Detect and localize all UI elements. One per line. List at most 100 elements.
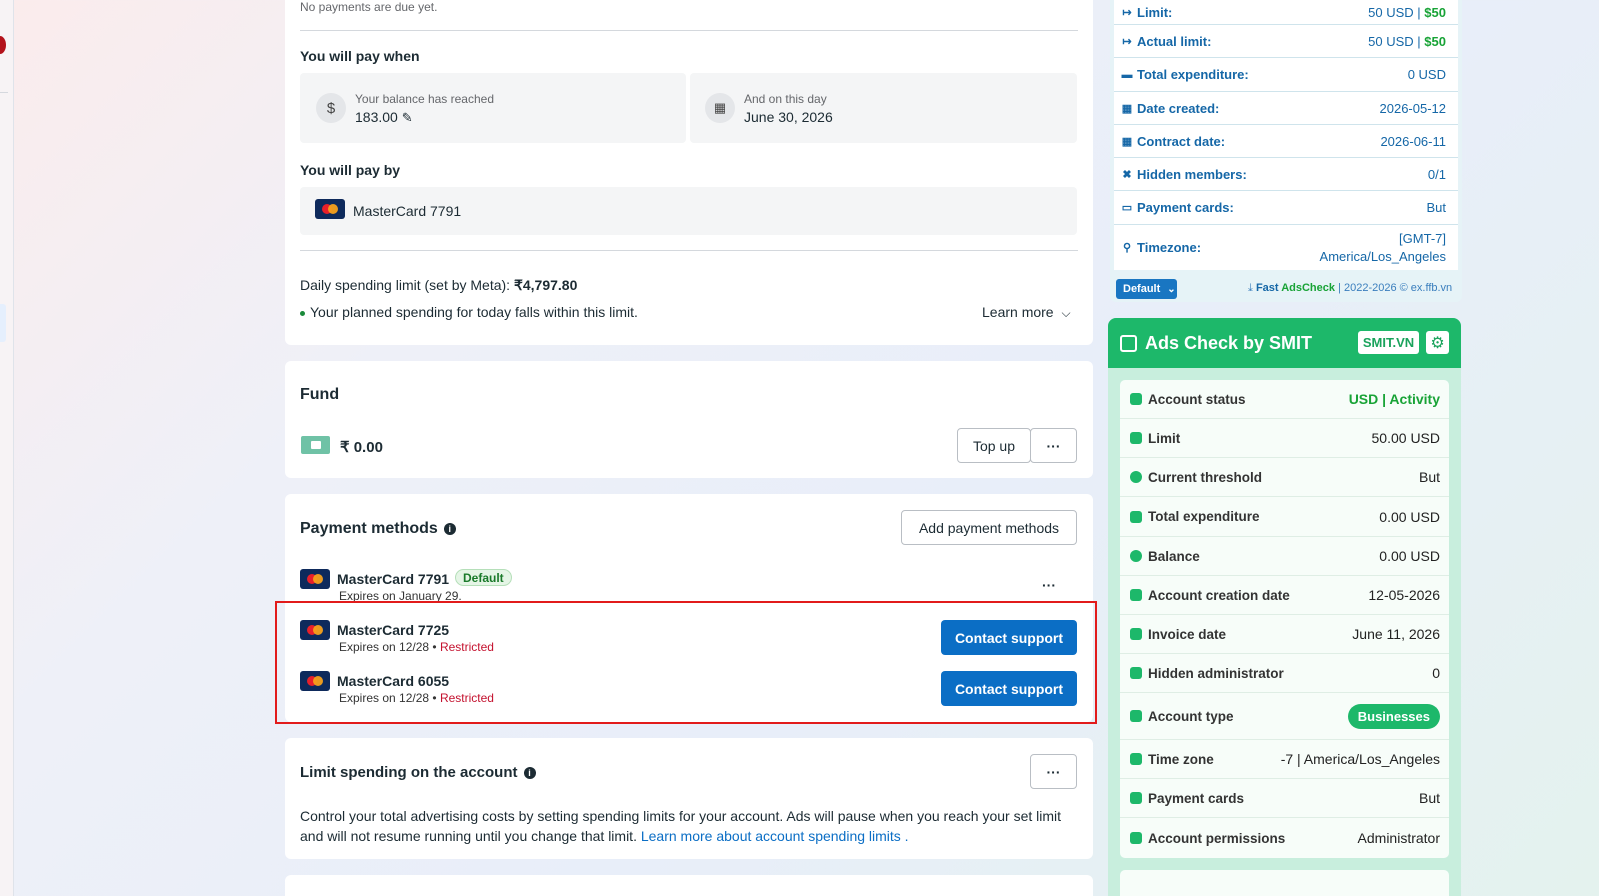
smit-value: 0.00 USD	[1379, 508, 1440, 525]
smit-label: Limit	[1148, 430, 1181, 446]
pay-when-heading: You will pay when	[300, 48, 420, 64]
info-icon[interactable]: i	[523, 767, 536, 780]
top-up-button[interactable]: Top up	[957, 428, 1031, 463]
arrow-icon: ↦	[1122, 6, 1132, 19]
planned-spending-text: Your planned spending for today falls wi…	[300, 304, 638, 320]
smit-row-hidden-administrator: Hidden administrator 0	[1120, 654, 1449, 693]
ext-value: 2026-06-11	[1380, 133, 1446, 149]
credit-brand: Fast	[1255, 282, 1282, 294]
smit-value: But	[1418, 790, 1440, 806]
smit-value: June 11, 2026	[1352, 626, 1440, 642]
user-icon	[1130, 710, 1142, 722]
payment-methods-label: Payment methods	[300, 520, 438, 537]
ext-value-usd: 50 USD |	[1368, 33, 1425, 49]
chart-icon	[1130, 393, 1142, 405]
payment-methods-title: Payment methods i	[300, 520, 456, 538]
ext-value: 2026-05-12	[1379, 100, 1447, 116]
credit-brand-green: AdsCheck	[1281, 282, 1335, 294]
ext-value: 0 USD	[1407, 67, 1446, 82]
calendar-icon	[1130, 589, 1142, 601]
card-icon: ▬	[1121, 68, 1133, 81]
smit-row-account-status: Account status USD | Activity	[1120, 380, 1449, 419]
smit-label: Account creation date	[1148, 587, 1290, 603]
wallet-icon	[301, 436, 330, 454]
fast-adscheck-panel: ↦ Limit: 50 USD | $50 ↦ Actual limit: 50 U…	[1110, 0, 1462, 302]
default-dropdown[interactable]: Default ⌄	[1116, 279, 1177, 299]
no-payments-text: No payments are due yet.	[300, 0, 438, 14]
calendar-check-icon: ▦	[1121, 135, 1133, 148]
balance-label: Your balance has reached	[355, 92, 494, 106]
ext-value: [GMT-7] America/Los_Angeles	[1320, 230, 1446, 266]
learn-more-label: Learn more	[982, 304, 1054, 320]
smit-row-time-zone: Time zone -7 | America/Los_Angeles	[1120, 740, 1449, 779]
ext-label: Payment cards:	[1137, 200, 1234, 215]
fund-more-button[interactable]: ···	[1030, 428, 1077, 463]
smit-value: USD | Activity	[1348, 391, 1440, 407]
smit-label: Account status	[1148, 391, 1246, 407]
ext-row-hidden-members: ✖ Hidden members: 0/1	[1114, 158, 1458, 191]
credit-rest: | 2022-2026 © ex.ffb.vn	[1335, 282, 1453, 294]
expenditure-icon	[1130, 510, 1142, 523]
dollar-icon: $	[316, 93, 346, 123]
ext-value-usd: 50 USD |	[1368, 4, 1425, 20]
limit-learn-more-link[interactable]: Learn more about account spending limits…	[641, 828, 909, 844]
dollar-icon	[1130, 550, 1142, 562]
credit-card-icon: ▭	[1121, 202, 1133, 214]
pay-by-card: MasterCard 7791	[353, 203, 462, 219]
smit-value: 50.00 USD	[1371, 430, 1440, 446]
ext-value-green: $50	[1424, 33, 1446, 49]
divider	[300, 30, 1078, 31]
sidebar-divider	[0, 92, 8, 93]
smit-table: Account status USD | Activity Limit 50.00 …	[1120, 380, 1449, 858]
download-icon: ⤓	[1248, 282, 1253, 294]
limit-more-button[interactable]: ···	[1030, 754, 1077, 789]
learn-more-link[interactable]: Learn more ⌵	[982, 304, 1071, 321]
ext-label: Actual limit:	[1137, 33, 1212, 49]
smit-label: Invoice date	[1148, 626, 1227, 642]
smit-label: Account permissions	[1148, 830, 1286, 846]
edit-pencil-icon[interactable]: ✎	[402, 110, 413, 125]
ext-value-gmt: [GMT-7]	[1399, 230, 1446, 246]
mastercard-icon	[300, 569, 330, 589]
clock-shield-icon	[1130, 753, 1142, 765]
highlight-rectangle	[275, 601, 1097, 724]
ext-label: Timezone:	[1137, 240, 1202, 255]
smit-title: Ads Check by SMIT	[1145, 333, 1313, 353]
smit-vn-button[interactable]: SMIT.VN	[1358, 331, 1419, 354]
divider	[300, 250, 1078, 251]
smit-header: Ads Check by SMIT SMIT.VN ⚙	[1108, 318, 1461, 368]
limit-spending-card: Limit spending on the account i ··· Contr…	[285, 738, 1093, 859]
arrow-icon: ↦	[1122, 35, 1132, 48]
card-name: MasterCard 7791	[337, 571, 450, 587]
sidebar-selected-indicator[interactable]	[0, 304, 6, 342]
smit-value: 0.00 USD	[1379, 548, 1440, 564]
smit-label: Time zone	[1148, 751, 1214, 767]
card-more-button[interactable]: ···	[1042, 577, 1056, 593]
limit-spending-title: Limit spending on the account i	[300, 764, 536, 781]
gauge-icon	[1130, 471, 1142, 483]
smit-next-section	[1120, 870, 1449, 896]
smit-row-account-permissions: Account permissions Administrator	[1120, 818, 1449, 858]
ext-value: 0/1	[1427, 166, 1446, 182]
smit-row-total-expenditure: Total expenditure 0.00 USD	[1120, 497, 1449, 537]
left-sidebar-strip	[0, 0, 14, 896]
ext-label: Date created:	[1137, 100, 1220, 116]
gear-icon[interactable]: ⚙	[1426, 331, 1449, 354]
ext-value: 50 USD | $50	[1368, 5, 1446, 20]
ext-label: Contract date:	[1137, 133, 1226, 149]
limit-spending-label: Limit spending on the account	[300, 764, 518, 781]
smit-label: Account type	[1148, 708, 1234, 724]
fast-adscheck-credit[interactable]: ⤓ Fast AdsCheck | 2022-2026 © ex.ffb.vn	[1248, 282, 1452, 295]
add-payment-methods-button[interactable]: Add payment methods	[901, 510, 1077, 545]
default-dropdown-label: Default	[1123, 283, 1161, 295]
smit-adscheck-panel: Ads Check by SMIT SMIT.VN ⚙ Account stat…	[1108, 318, 1461, 896]
info-icon[interactable]: i	[443, 522, 456, 535]
ext-row-date-created: ▦ Date created: 2026-05-12	[1114, 92, 1458, 125]
next-card-partial	[285, 875, 1093, 896]
smit-row-invoice-date: Invoice date June 11, 2026	[1120, 615, 1449, 654]
smit-logo-icon	[1120, 335, 1137, 352]
smit-label: Payment cards	[1148, 790, 1245, 806]
users-cog-icon	[1130, 832, 1142, 844]
smit-row-account-creation-date: Account creation date 12-05-2026	[1120, 576, 1449, 615]
balance-value: 183.00 ✎	[355, 109, 413, 126]
